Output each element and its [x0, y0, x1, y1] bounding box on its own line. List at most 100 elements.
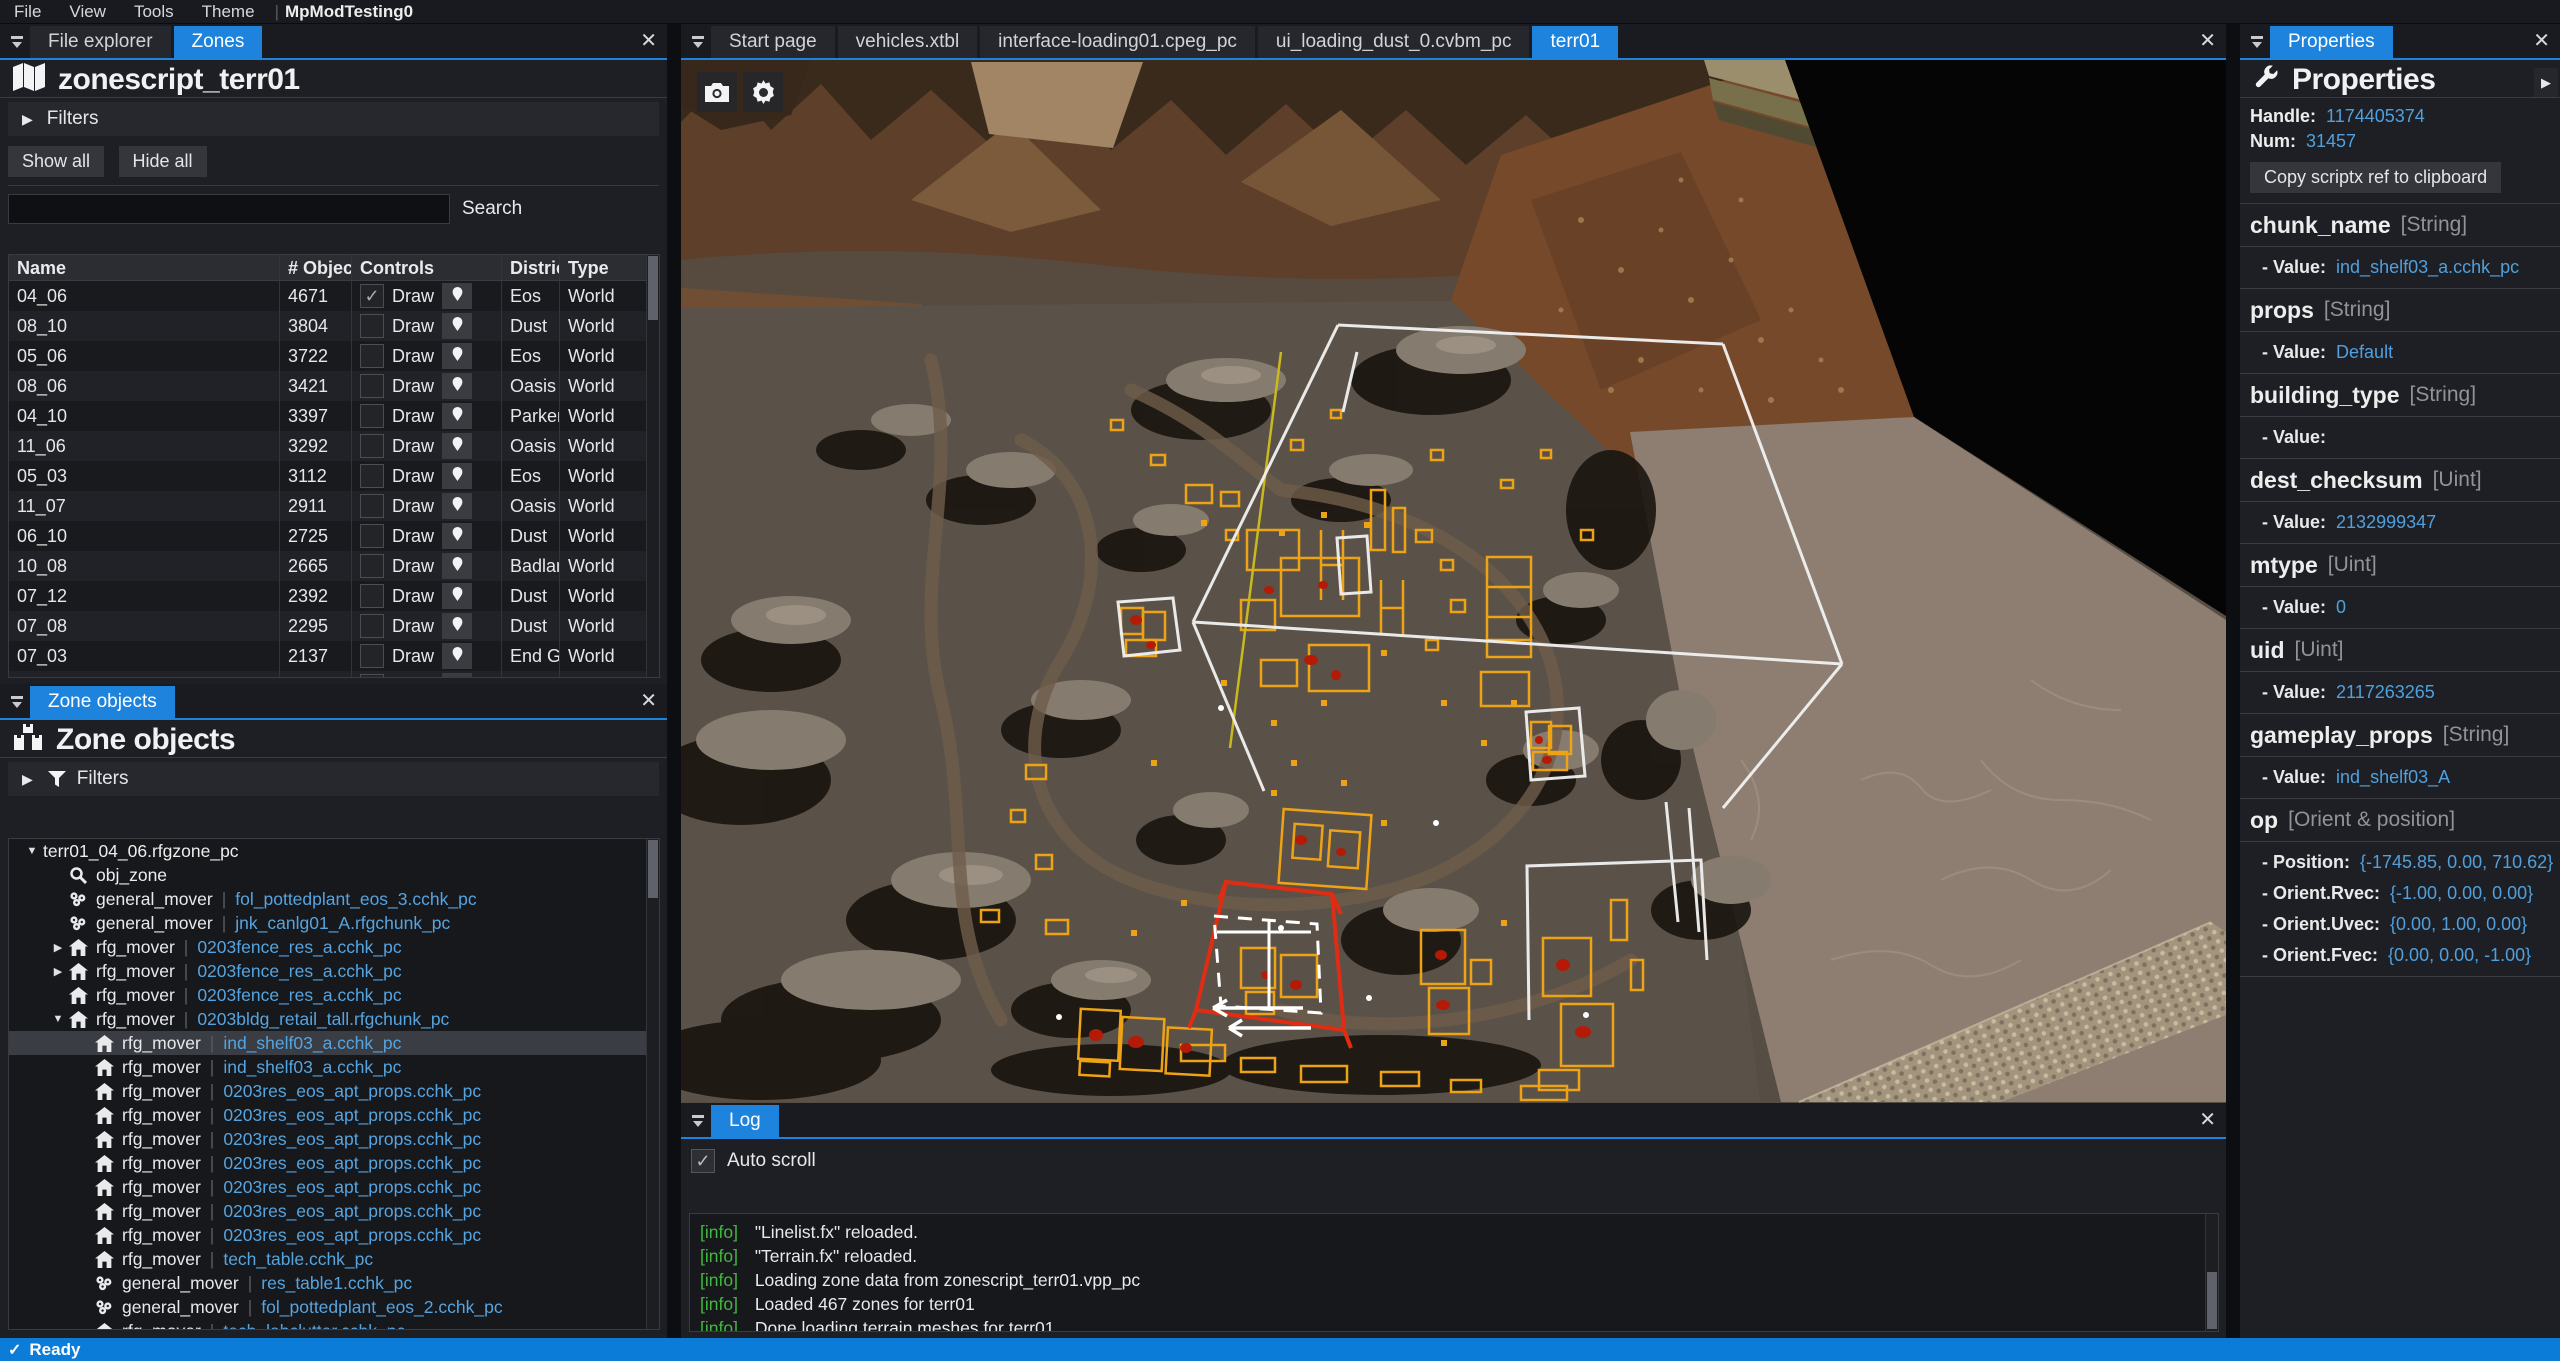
pin-button[interactable]	[442, 523, 472, 549]
tree-item[interactable]: general_mover|res_table1.cchk_pc	[9, 1271, 659, 1295]
table-row[interactable]: 05_03 3112 Draw Eos World	[9, 461, 659, 491]
close-icon[interactable]: ✕	[2199, 1109, 2216, 1131]
expander-icon[interactable]: ▼	[47, 1013, 69, 1025]
column-header-name[interactable]: Name	[9, 255, 279, 280]
pin-button[interactable]	[442, 583, 472, 609]
table-row[interactable]: 07_08 2295 Draw Dust World	[9, 611, 659, 641]
pin-button[interactable]	[442, 283, 472, 309]
table-row[interactable]: 07_03 2137 Draw End Game World	[9, 641, 659, 671]
tab-zone-objects[interactable]: Zone objects	[30, 686, 175, 718]
pin-button[interactable]	[442, 553, 472, 579]
dock-menu-icon[interactable]	[4, 26, 30, 56]
draw-checkbox[interactable]	[360, 584, 384, 608]
tree-item[interactable]: rfg_mover|ind_shelf03_a.cchk_pc	[9, 1055, 659, 1079]
table-row[interactable]: 07_12 2392 Draw Dust World	[9, 581, 659, 611]
tree-item[interactable]: ▼terr01_04_06.rfgzone_pc	[9, 839, 659, 863]
table-row[interactable]: 08_06 3421 Draw Oasis World	[9, 371, 659, 401]
screenshot-button[interactable]	[697, 72, 737, 112]
table-row[interactable]: 11_06 3292 Draw Oasis World	[9, 431, 659, 461]
pin-button[interactable]	[442, 373, 472, 399]
log-scrollbar[interactable]	[2205, 1214, 2218, 1331]
draw-checkbox[interactable]	[360, 464, 384, 488]
hide-all-button[interactable]: Hide all	[119, 146, 207, 177]
draw-checkbox[interactable]	[360, 314, 384, 338]
expander-icon[interactable]: ▶	[47, 941, 69, 954]
draw-checkbox[interactable]: ✓	[360, 284, 384, 308]
table-row[interactable]: 08_10 3804 Draw Dust World	[9, 311, 659, 341]
table-row[interactable]: 06_10 2725 Draw Dust World	[9, 521, 659, 551]
tree-item[interactable]: rfg_mover|0203res_eos_apt_props.cchk_pc	[9, 1151, 659, 1175]
pin-button[interactable]	[442, 493, 472, 519]
draw-checkbox[interactable]	[360, 374, 384, 398]
draw-checkbox[interactable]	[360, 404, 384, 428]
tab-zones[interactable]: Zones	[174, 26, 263, 58]
draw-checkbox[interactable]	[360, 614, 384, 638]
tree-item[interactable]: general_mover|fol_pottedplant_eos_3.cchk…	[9, 887, 659, 911]
draw-checkbox[interactable]	[360, 674, 384, 678]
expander-icon[interactable]: ▼	[21, 845, 43, 857]
table-scrollbar[interactable]	[646, 255, 659, 677]
tree-item[interactable]: ▶rfg_mover|0203fence_res_a.cchk_pc	[9, 959, 659, 983]
tree-item[interactable]: rfg_mover|0203res_eos_apt_props.cchk_pc	[9, 1175, 659, 1199]
table-row[interactable]: 05_06 3722 Draw Eos World	[9, 341, 659, 371]
draw-checkbox[interactable]	[360, 644, 384, 668]
pin-button[interactable]	[442, 613, 472, 639]
expander-icon[interactable]: ▶	[47, 965, 69, 978]
table-row[interactable]: 04_10 3397 Draw Parker World	[9, 401, 659, 431]
close-icon[interactable]: ✕	[2199, 30, 2216, 52]
column-header-controls[interactable]: Controls	[351, 255, 501, 280]
viewport-settings-button[interactable]	[743, 72, 783, 112]
table-row[interactable]: 04_06 4671 ✓ Draw Eos World	[9, 281, 659, 311]
tree-item[interactable]: rfg_mover|0203res_eos_apt_props.cchk_pc	[9, 1103, 659, 1127]
tree-item[interactable]: rfg_mover|tech_labclutter.cchk_pc	[9, 1319, 659, 1330]
pin-button[interactable]	[442, 433, 472, 459]
draw-checkbox[interactable]	[360, 494, 384, 518]
dock-menu-icon[interactable]	[4, 686, 30, 716]
draw-checkbox[interactable]	[360, 554, 384, 578]
column-header-objects[interactable]: # Objects	[279, 255, 351, 280]
pin-button[interactable]	[442, 463, 472, 489]
tree-item[interactable]: rfg_mover|0203res_eos_apt_props.cchk_pc	[9, 1199, 659, 1223]
tree-item[interactable]: rfg_mover|0203fence_res_a.cchk_pc	[9, 983, 659, 1007]
viewport-tab-terr01[interactable]: terr01	[1532, 26, 1618, 58]
dock-menu-icon[interactable]	[685, 1105, 711, 1135]
pin-button[interactable]	[442, 343, 472, 369]
viewport-tab-start-page[interactable]: Start page	[711, 26, 835, 58]
viewport-tab-interface-loading01-cpeg-pc[interactable]: interface-loading01.cpeg_pc	[980, 26, 1255, 58]
tree-item[interactable]: rfg_mover|0203res_eos_apt_props.cchk_pc	[9, 1127, 659, 1151]
tree-item[interactable]: rfg_mover|0203res_eos_apt_props.cchk_pc	[9, 1223, 659, 1247]
tree-item[interactable]: general_mover|fol_pottedplant_eos_2.cchk…	[9, 1295, 659, 1319]
column-header-district[interactable]: District	[501, 255, 559, 280]
tree-item[interactable]: ▼rfg_mover|0203bldg_retail_tall.rfgchunk…	[9, 1007, 659, 1031]
table-row[interactable]: 05_05 2015 Draw Eos World	[9, 671, 659, 678]
search-input[interactable]	[8, 194, 450, 224]
pin-button[interactable]	[442, 643, 472, 669]
tree-scrollbar[interactable]	[646, 839, 659, 1329]
pin-button[interactable]	[442, 403, 472, 429]
table-row[interactable]: 10_08 2665 Draw Badland World	[9, 551, 659, 581]
draw-checkbox[interactable]	[360, 524, 384, 548]
tree-item[interactable]: rfg_mover|0203res_eos_apt_props.cchk_pc	[9, 1079, 659, 1103]
tree-item[interactable]: ▶rfg_mover|0203fence_res_a.cchk_pc	[9, 935, 659, 959]
close-icon[interactable]: ✕	[640, 30, 657, 52]
draw-checkbox[interactable]	[360, 344, 384, 368]
copy-scriptx-ref-button[interactable]: Copy scriptx ref to clipboard	[2250, 162, 2501, 193]
zone-objects-filters-bar[interactable]: ▶ Filters	[8, 762, 659, 796]
close-icon[interactable]: ✕	[2533, 30, 2550, 52]
viewport-3d[interactable]	[681, 60, 2226, 1103]
tab-file-explorer[interactable]: File explorer	[30, 26, 171, 58]
draw-checkbox[interactable]	[360, 434, 384, 458]
column-header-type[interactable]: Type	[559, 255, 659, 280]
tab-log[interactable]: Log	[711, 1105, 779, 1137]
tab-properties[interactable]: Properties	[2270, 26, 2393, 58]
viewport-tab-ui-loading-dust-0-cvbm-pc[interactable]: ui_loading_dust_0.cvbm_pc	[1258, 26, 1530, 58]
zones-filters-bar[interactable]: ▶ Filters	[8, 102, 659, 136]
show-all-button[interactable]: Show all	[8, 146, 104, 177]
viewport-tab-vehicles-xtbl[interactable]: vehicles.xtbl	[838, 26, 978, 58]
close-icon[interactable]: ✕	[640, 690, 657, 712]
dock-menu-icon[interactable]	[2244, 26, 2270, 56]
tree-item[interactable]: general_mover|jnk_canlg01_A.rfgchunk_pc	[9, 911, 659, 935]
auto-scroll-checkbox[interactable]: ✓	[691, 1149, 715, 1173]
dock-menu-icon[interactable]	[685, 26, 711, 56]
table-row[interactable]: 11_07 2911 Draw Oasis World	[9, 491, 659, 521]
